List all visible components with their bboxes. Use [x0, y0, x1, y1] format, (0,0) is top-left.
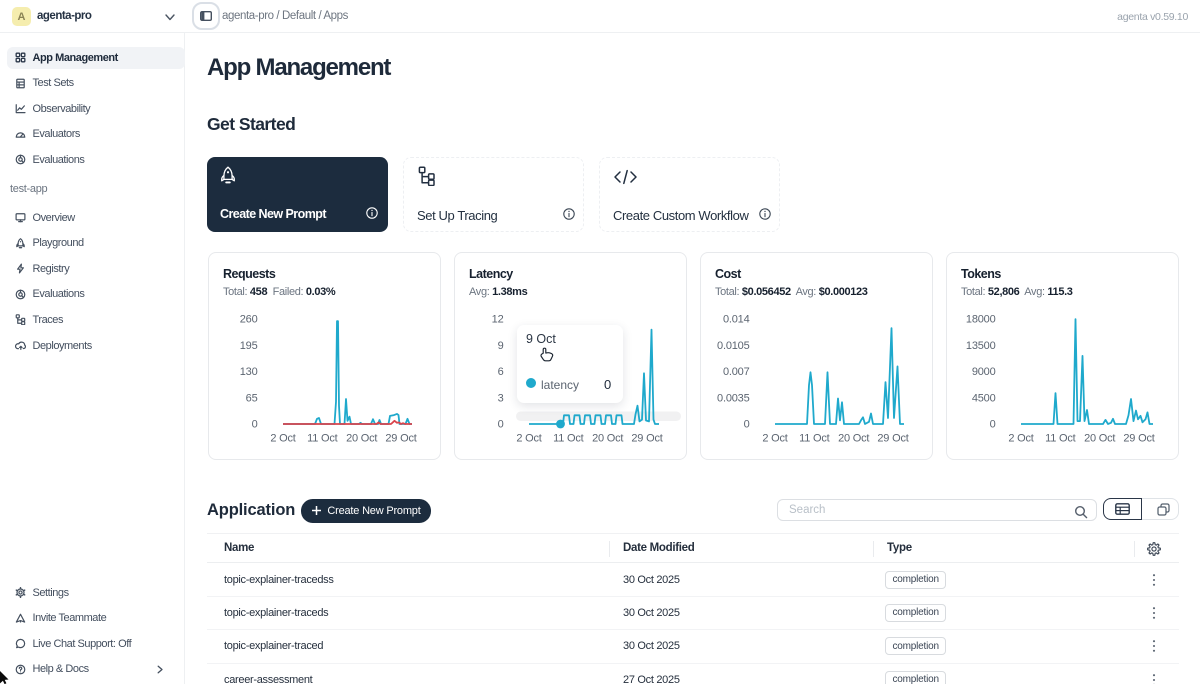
- svg-text:0.0105: 0.0105: [717, 340, 750, 352]
- svg-text:11 Oct: 11 Oct: [799, 433, 830, 445]
- svg-text:18000: 18000: [966, 314, 996, 326]
- svg-text:20 Oct: 20 Oct: [592, 433, 623, 445]
- svg-text:0.007: 0.007: [723, 366, 750, 378]
- svg-text:6: 6: [498, 366, 504, 378]
- svg-text:29 Oct: 29 Oct: [877, 433, 908, 445]
- svg-text:9: 9: [498, 340, 504, 352]
- svg-text:0: 0: [498, 419, 504, 431]
- svg-text:195: 195: [240, 340, 258, 352]
- svg-text:2 Oct: 2 Oct: [762, 433, 787, 445]
- svg-text:2 Oct: 2 Oct: [516, 433, 541, 445]
- svg-text:13500: 13500: [966, 340, 996, 352]
- svg-text:0.0035: 0.0035: [717, 392, 750, 404]
- svg-text:11 Oct: 11 Oct: [307, 433, 338, 445]
- svg-text:260: 260: [240, 314, 258, 326]
- svg-text:4500: 4500: [972, 392, 996, 404]
- svg-text:2 Oct: 2 Oct: [1008, 433, 1033, 445]
- svg-text:130: 130: [240, 366, 258, 378]
- svg-text:65: 65: [246, 392, 258, 404]
- svg-text:2 Oct: 2 Oct: [270, 433, 295, 445]
- svg-text:9000: 9000: [972, 366, 996, 378]
- svg-text:11 Oct: 11 Oct: [553, 433, 584, 445]
- svg-text:29 Oct: 29 Oct: [1123, 433, 1154, 445]
- svg-text:12: 12: [492, 314, 504, 326]
- svg-text:29 Oct: 29 Oct: [631, 433, 662, 445]
- svg-text:11 Oct: 11 Oct: [1045, 433, 1076, 445]
- svg-text:20 Oct: 20 Oct: [1084, 433, 1115, 445]
- svg-text:20 Oct: 20 Oct: [838, 433, 869, 445]
- svg-text:3: 3: [498, 392, 504, 404]
- svg-text:0.014: 0.014: [723, 314, 750, 326]
- svg-text:0: 0: [744, 419, 750, 431]
- svg-text:0: 0: [252, 419, 258, 431]
- svg-text:20 Oct: 20 Oct: [346, 433, 377, 445]
- svg-text:29 Oct: 29 Oct: [385, 433, 416, 445]
- svg-text:0: 0: [990, 419, 996, 431]
